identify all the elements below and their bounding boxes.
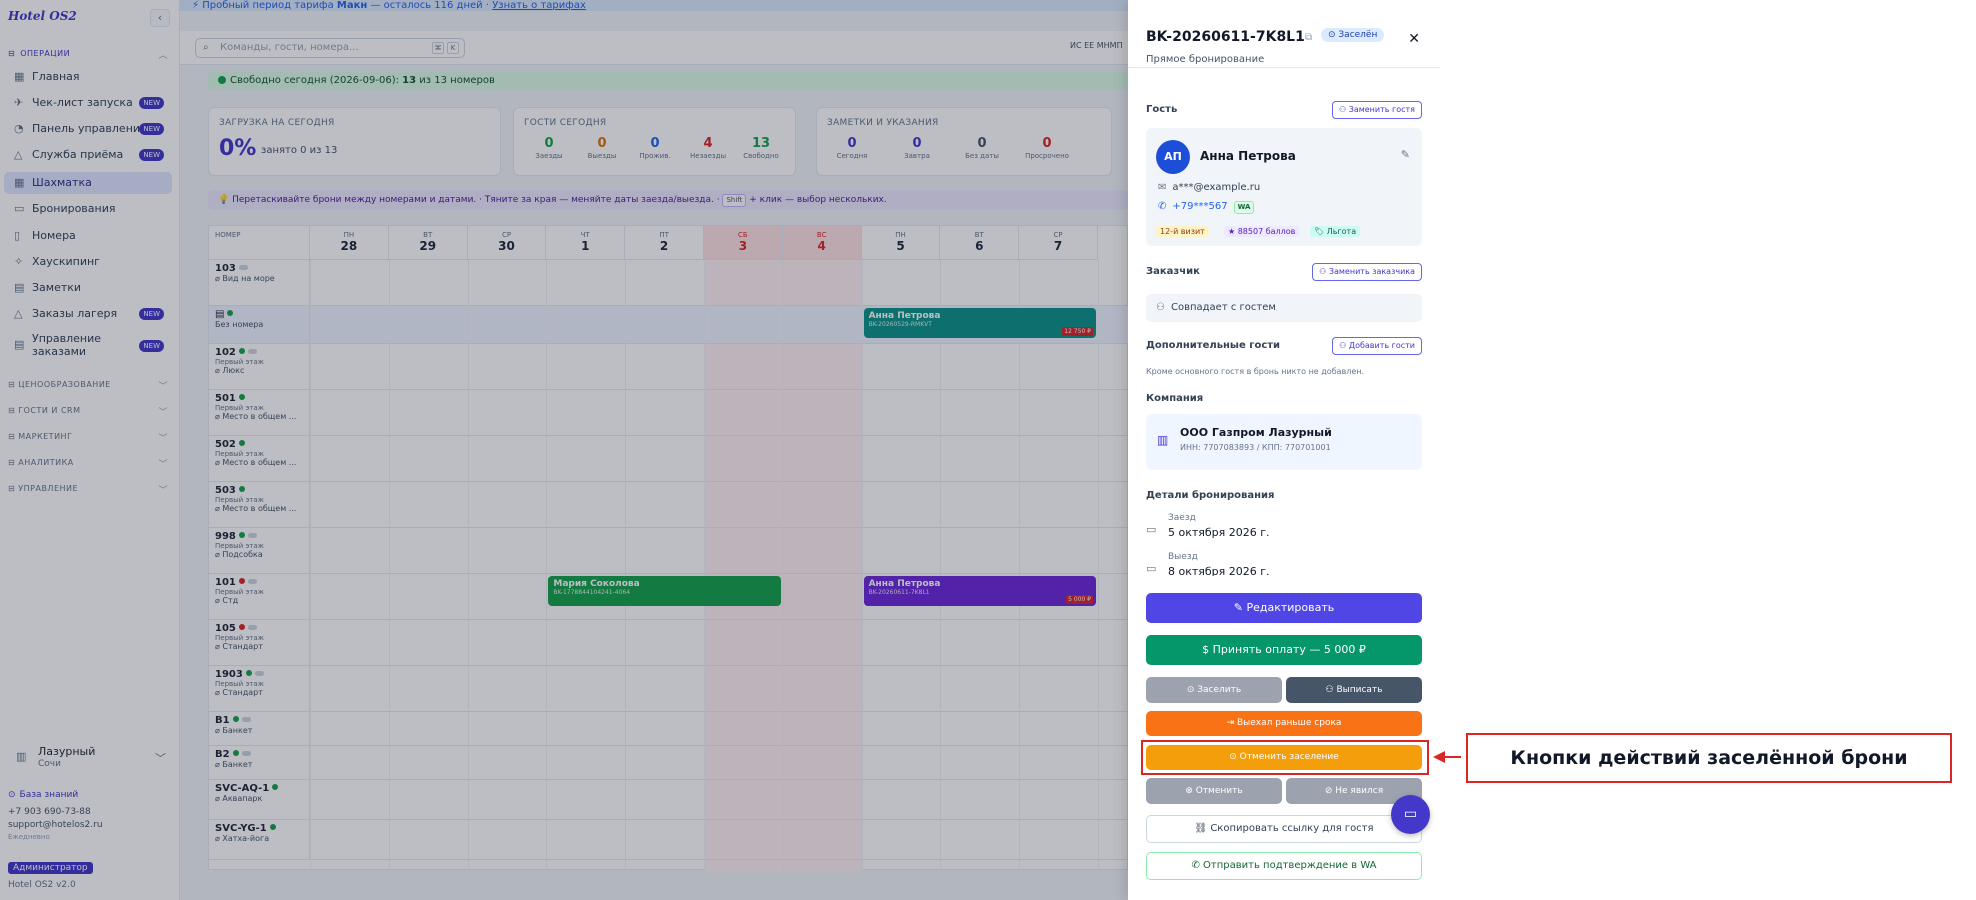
avatar: АП: [1156, 140, 1190, 174]
guest-email-value: a***@example.ru: [1172, 182, 1261, 193]
dollar-icon: $: [1202, 643, 1213, 656]
chat-button[interactable]: ▭: [1391, 795, 1430, 834]
guest-phone-value: +79***567: [1172, 201, 1228, 212]
calendar-icon: ▭: [1146, 523, 1157, 536]
checkout-value: 8 октября 2026 г.: [1168, 565, 1270, 576]
company-name: ООО Газпром Лазурный: [1180, 426, 1332, 439]
edit-booking-button[interactable]: ✎ Редактировать: [1146, 593, 1422, 623]
replace-customer-label: Заменить заказчика: [1328, 267, 1415, 276]
edit-icon[interactable]: ✎: [1401, 148, 1410, 161]
edit-icon: ✎: [1233, 601, 1247, 614]
details-section-title: Детали бронирования: [1146, 490, 1275, 501]
user-plus-icon: ⚇: [1339, 341, 1349, 350]
guest-email: ✉ a***@example.ru: [1158, 182, 1260, 193]
customer-section-title: Заказчик: [1146, 266, 1200, 277]
status-label: Заселён: [1338, 30, 1378, 40]
app-window: Hotel OS2 ‹ ⊟ ОПЕРАЦИИ ︿ ▦ Главная ✈ Чек-лист…: [0, 0, 1440, 900]
drawer-header: BK-20260611-7K8L1 ⧉ ⊙ Заселён ✕ Прямое б…: [1128, 0, 1440, 68]
link-icon: ⛓: [1194, 823, 1211, 834]
booking-source: Прямое бронирование: [1146, 54, 1265, 65]
no-show-label: Не явился: [1335, 786, 1384, 796]
guest-phone[interactable]: ✆ +79***567 WA: [1158, 201, 1255, 214]
guest-tag: 🏷 Льгота: [1310, 226, 1361, 237]
booking-number: BK-20260611-7K8L1: [1146, 29, 1305, 45]
exit-icon: ⇥: [1226, 718, 1237, 728]
building-icon: ▥: [1157, 433, 1169, 447]
check-circle-icon: ⊙: [1328, 30, 1339, 40]
checkout-button-label: Выписать: [1336, 685, 1383, 695]
user-icon: ⚇: [1319, 267, 1329, 276]
send-wa-confirmation-button[interactable]: ✆ Отправить подтверждение в WA: [1146, 852, 1422, 880]
ban-icon: ⊘: [1324, 786, 1336, 796]
checkout-label: Выезд: [1168, 552, 1198, 562]
checkin-button-label: Заселить: [1197, 685, 1242, 695]
whatsapp-badge[interactable]: WA: [1233, 201, 1255, 214]
add-guest-label: Добавить гости: [1348, 341, 1415, 350]
annotation-arrow-head: [1433, 751, 1445, 763]
guest-tag: ★ 88507 баллов: [1224, 226, 1300, 237]
checkin-button[interactable]: ⊙ Заселить: [1146, 677, 1282, 703]
accept-payment-button[interactable]: $ Принять оплату — 5 000 ₽: [1146, 635, 1422, 665]
accept-payment-label: Принять оплату — 5 000 ₽: [1212, 643, 1366, 656]
customer-same-label: Совпадает с гостем: [1170, 302, 1276, 313]
calendar-icon: ▭: [1146, 562, 1157, 575]
chat-icon: ▭: [1403, 806, 1418, 822]
send-wa-label: Отправить подтверждение в WA: [1203, 860, 1377, 871]
close-icon[interactable]: ✕: [1408, 31, 1420, 47]
x-circle-icon: ⊗: [1185, 786, 1196, 796]
phone-icon: ✆: [1158, 201, 1167, 212]
extra-guests-title: Дополнительные гости: [1146, 340, 1281, 351]
annotation-arrow: [1445, 756, 1461, 758]
drawer-body[interactable]: Гость ⚇ Заменить гостя АП Анна Петрова ✎…: [1128, 68, 1440, 576]
user-icon: ⚇: [1338, 105, 1349, 114]
copy-guest-link-label: Скопировать ссылку для гостя: [1210, 823, 1374, 834]
edit-booking-label: Редактировать: [1246, 601, 1335, 614]
user-icon: ⚇: [1156, 302, 1165, 313]
extra-guests-note: Кроме основного гостя в бронь никто не д…: [1146, 367, 1365, 376]
guest-tag: 12-й визит: [1156, 226, 1209, 237]
annotation-label: Кнопки действий заселённой брони: [1466, 733, 1952, 783]
check-circle-icon: ⊙: [1186, 685, 1198, 695]
status-badge: ⊙ Заселён: [1321, 28, 1385, 42]
add-guest-button[interactable]: ⚇ Добавить гости: [1332, 337, 1422, 355]
customer-box: ⚇ Совпадает с гостем: [1146, 294, 1422, 322]
cancel-booking-button[interactable]: ⊗ Отменить: [1146, 778, 1282, 804]
user-icon: ⚇: [1325, 685, 1337, 695]
company-inn: ИНН: 7707083893 / КПП: 770701001: [1180, 443, 1331, 452]
replace-guest-label: Заменить гостя: [1348, 105, 1415, 114]
replace-customer-button[interactable]: ⚇ Заменить заказчика: [1312, 263, 1422, 281]
guest-section-title: Гость: [1146, 104, 1178, 115]
modal-overlay[interactable]: [0, 0, 1128, 900]
company-card[interactable]: ▥ ООО Газпром Лазурный ИНН: 7707083893 /…: [1146, 414, 1422, 470]
early-departure-button[interactable]: ⇥ Выехал раньше срока: [1146, 711, 1422, 736]
checkout-button[interactable]: ⚇ Выписать: [1286, 677, 1422, 703]
checkin-label: Заезд: [1168, 513, 1196, 523]
cancel-booking-label: Отменить: [1195, 786, 1243, 796]
guest-name[interactable]: Анна Петрова: [1200, 149, 1296, 163]
company-section-title: Компания: [1146, 393, 1204, 404]
copy-guest-link-button[interactable]: ⛓ Скопировать ссылку для гостя: [1146, 815, 1422, 843]
checkin-value: 5 октября 2026 г.: [1168, 526, 1270, 539]
annotation-highlight-box: [1141, 740, 1429, 775]
copy-icon[interactable]: ⧉: [1305, 32, 1312, 43]
mail-icon: ✉: [1158, 182, 1167, 193]
early-departure-label: Выехал раньше срока: [1236, 718, 1342, 728]
replace-guest-button[interactable]: ⚇ Заменить гостя: [1331, 101, 1422, 119]
whatsapp-icon: ✆: [1191, 860, 1204, 871]
